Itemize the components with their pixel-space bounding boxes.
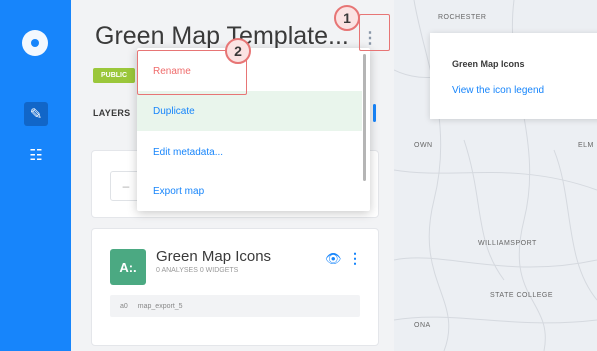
sliders-icon[interactable]: ☷ [24,143,48,167]
layer-letter-icon[interactable]: A:. [110,249,146,285]
city-label: ROCHESTER [438,14,487,21]
highlight-box-kebab [359,14,390,51]
edit-pencil-icon[interactable]: ✎ [24,102,48,126]
city-label: WILLIAMSPORT [478,240,537,247]
menu-item-duplicate[interactable]: Duplicate [137,91,362,131]
layer-source-row: a0 map_export_5 [110,295,360,317]
legend-box: Green Map Icons View the icon legend [430,33,597,119]
add-layer-button-edge[interactable] [373,104,376,122]
menu-scrollbar[interactable] [363,54,366,181]
tab-layers[interactable]: LAYERS [93,108,130,118]
source-name: map_export_5 [137,302,183,310]
menu-item-export-map[interactable]: Export map [137,171,362,211]
menu-item-edit-metadata[interactable]: Edit metadata... [137,132,362,172]
layer-name[interactable]: Green Map Icons [156,248,271,265]
privacy-badge[interactable]: PUBLIC [93,68,136,83]
left-rail: ✎ ☷ [0,0,71,351]
city-label: ELM [578,142,594,149]
layer-options-kebab-icon[interactable]: ⋮ [348,250,362,267]
legend-link[interactable]: View the icon legend [452,85,544,96]
source-id: a0 [120,302,128,310]
city-label: STATE COLLEGE [490,292,554,299]
map-view[interactable]: ROCHESTER OWN ELM WILLIAMSPORT STATE COL… [394,0,597,351]
layer-meta: 0 ANALYSES 0 WIDGETS [156,267,239,274]
layer-card[interactable]: A:. Green Map Icons 0 ANALYSES 0 WIDGETS… [91,228,379,346]
step-marker-1: 1 [334,5,360,31]
visibility-eye-icon[interactable]: 👁 [325,251,342,267]
legend-title: Green Map Icons [452,59,525,69]
step-marker-2: 2 [225,38,251,64]
map-title[interactable]: Green Map Template... [95,22,349,51]
city-label: ONA [414,322,431,329]
app-logo-icon[interactable] [22,30,48,56]
city-label: OWN [414,142,433,149]
